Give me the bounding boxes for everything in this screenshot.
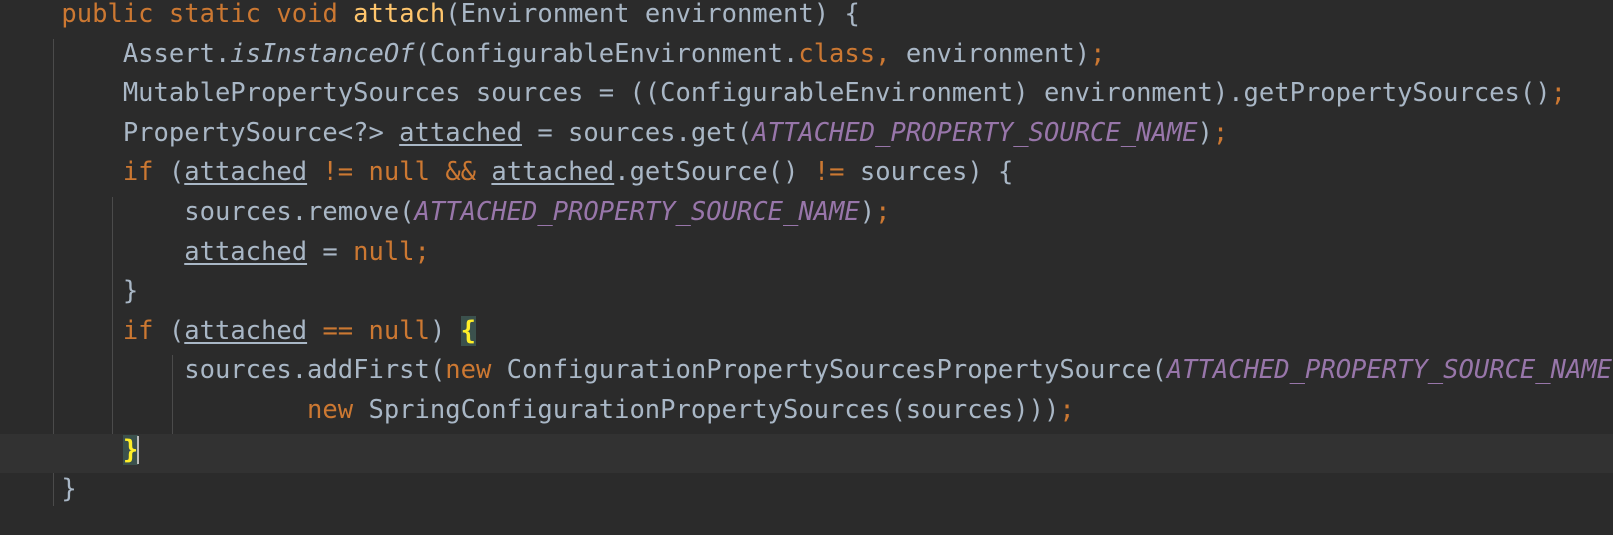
code-token-indent [0, 237, 184, 267]
code-token-kw: class [798, 38, 876, 69]
code-token-semi: ; [1059, 395, 1075, 425]
code-token-def: (ConfigurableEnvironment. [414, 38, 799, 69]
code-token-semi: ; [1550, 78, 1566, 109]
code-token-kw: public [61, 0, 154, 29]
code-token-def: ConfigurationPropertySourcesPropertySour… [491, 355, 1167, 386]
code-line[interactable]: public static void attach(Environment en… [0, 0, 1613, 35]
code-line[interactable]: } [0, 470, 1613, 510]
code-line[interactable]: if (attached != null && attached.getSour… [0, 153, 1613, 193]
code-token-semi: && [445, 157, 477, 188]
code-token-def: ( [153, 315, 185, 346]
code-token-semi: ; [1090, 38, 1106, 69]
code-token-def: ) [859, 197, 876, 227]
code-token-semi: != [322, 157, 354, 188]
code-token-def [261, 0, 276, 29]
code-token-def [338, 0, 353, 29]
code-token-def: ( [153, 157, 185, 188]
code-token-indent [0, 316, 123, 346]
code-token-def: ) [1197, 117, 1213, 148]
code-token-const: ATTACHED_PROPERTY_SOURCE_NAME [414, 197, 860, 227]
code-token-kw: void [276, 0, 338, 29]
code-token-brace-match: { [460, 315, 477, 346]
code-token-local: attached [184, 236, 308, 267]
code-token-def [430, 157, 445, 187]
code-line[interactable]: PropertySource<?> attached = sources.get… [0, 114, 1613, 154]
code-token-def [353, 157, 368, 187]
code-token-def: PropertySource<?> [122, 117, 400, 148]
code-token-def: SpringConfigurationPropertySources(sourc… [353, 395, 1060, 425]
code-token-def: ) [429, 315, 461, 346]
code-token-kw: if [122, 315, 154, 346]
code-token-semi: , [875, 38, 891, 69]
code-token-indent [0, 355, 184, 385]
code-token-semi: != [813, 157, 845, 188]
code-token-kw: static [168, 0, 262, 29]
code-line[interactable]: new SpringConfigurationPropertySources(s… [0, 391, 1613, 431]
code-token-semi: ; [414, 236, 430, 267]
code-token-indent [0, 197, 184, 227]
code-token-def: (Environment environment) { [445, 0, 860, 29]
code-token-kw: null [368, 157, 430, 188]
code-editor[interactable]: public static void attach(Environment en… [0, 0, 1613, 535]
code-token-mdecl: attach [353, 0, 446, 29]
code-token-static-m: isInstanceOf [230, 38, 415, 69]
code-token-local: attached [399, 117, 522, 148]
code-token-kw: new [307, 395, 354, 425]
code-token-kw: null [368, 315, 430, 346]
code-token-const: ATTACHED_PROPERTY_SOURCE_NAME [752, 117, 1198, 148]
code-token-local: attached [491, 157, 615, 188]
code-token-semi: == [322, 315, 354, 346]
code-line[interactable]: sources.addFirst(new ConfigurationProper… [0, 351, 1613, 391]
text-caret [137, 435, 140, 464]
code-token-def: Assert. [122, 38, 231, 69]
code-token-local: attached [184, 157, 308, 188]
code-token-def: MutablePropertySources sources = ((Confi… [122, 78, 1551, 109]
code-token-brace-match: } [122, 434, 139, 465]
code-token-indent [0, 474, 61, 504]
code-token-kw: if [122, 157, 154, 188]
code-token-def: sources.remove( [184, 197, 415, 227]
code-token-def: .getSource() [614, 157, 814, 188]
code-token-def: = sources.get( [522, 117, 753, 148]
code-token-const: ATTACHED_PROPERTY_SOURCE_NAME [1166, 355, 1613, 386]
code-line[interactable]: Assert.isInstanceOf(ConfigurableEnvironm… [0, 35, 1613, 75]
code-line[interactable]: } [0, 431, 1613, 471]
code-token-indent [0, 0, 61, 29]
code-token-def: sources.addFirst( [184, 355, 446, 386]
code-token-def [353, 316, 368, 346]
code-token-indent [0, 157, 123, 187]
code-token-def [307, 316, 322, 346]
code-token-semi: ; [1212, 117, 1229, 148]
code-token-def: } [122, 276, 139, 307]
code-token-kw: null [353, 236, 415, 267]
code-token-indent [0, 395, 307, 425]
code-token-def: environment) [890, 38, 1091, 69]
code-token-local: attached [184, 315, 308, 346]
code-token-semi: ; [875, 197, 891, 227]
code-line[interactable]: attached = null; [0, 233, 1613, 273]
code-token-def: = [307, 236, 354, 267]
code-line[interactable]: sources.remove(ATTACHED_PROPERTY_SOURCE_… [0, 193, 1613, 233]
code-token-def: sources) { [844, 157, 1014, 188]
code-token-indent [0, 78, 123, 108]
code-line[interactable]: MutablePropertySources sources = ((Confi… [0, 74, 1613, 114]
code-token-indent [0, 435, 123, 465]
code-token-indent [0, 276, 123, 306]
code-token-def: } [61, 474, 77, 505]
code-token-kw: new [445, 355, 492, 386]
code-token-indent [0, 118, 123, 148]
code-token-indent [0, 39, 123, 69]
code-token-def [307, 157, 322, 187]
code-token-def [154, 0, 169, 29]
code-line[interactable]: if (attached == null) { [0, 312, 1613, 352]
code-line[interactable]: } [0, 272, 1613, 312]
code-token-def [476, 157, 491, 187]
